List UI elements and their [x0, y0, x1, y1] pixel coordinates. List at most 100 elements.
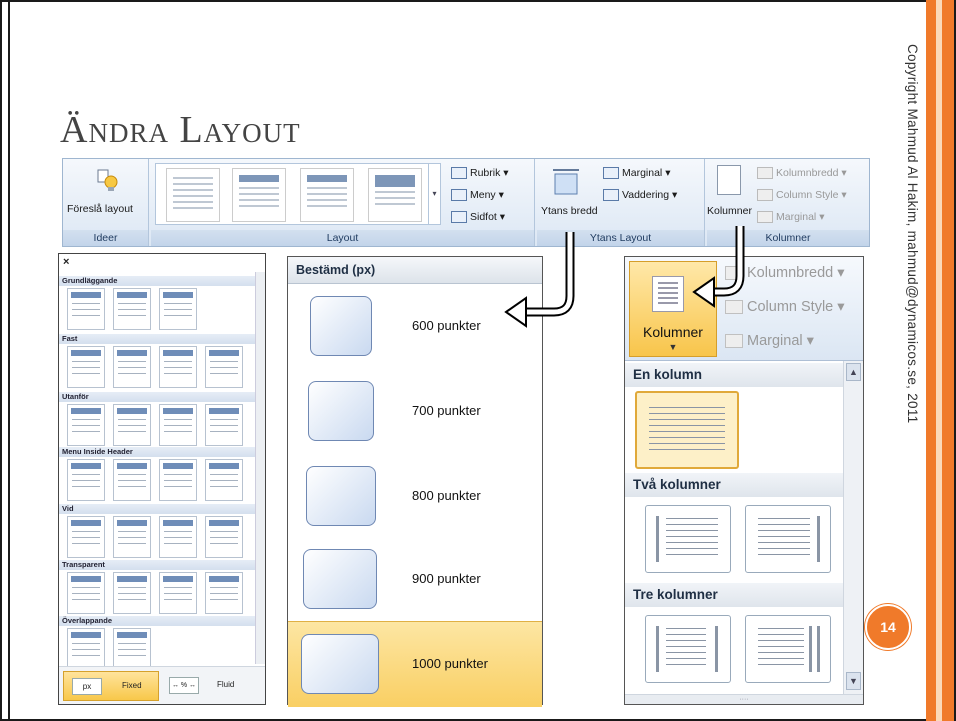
palette-layout-item[interactable] [159, 459, 197, 501]
ytans-bredd-button[interactable]: Ytans bredd [541, 205, 598, 217]
page-width-icon [310, 296, 372, 356]
palette-layout-item[interactable] [67, 404, 105, 446]
kolumn-marginal-ribbon-button[interactable]: Marginal ▾ [757, 211, 824, 224]
ribbon-group-layout: ▾ Rubrik ▾ Meny ▾ Sidfot ▾ Layout [151, 159, 535, 246]
resize-grip[interactable]: ···· [625, 694, 863, 704]
fixed-width-button[interactable]: px Fixed [63, 671, 159, 701]
width-option-600[interactable]: 600 punkter [288, 284, 542, 370]
ribbon-group-label: Kolumner [707, 230, 869, 246]
palette-layout-item[interactable] [159, 404, 197, 446]
kolumner-ribbon-button[interactable]: Kolumner [707, 205, 752, 217]
palette-category: Överlappande [59, 616, 255, 626]
two-column-option[interactable] [745, 505, 831, 573]
palette-layout-item[interactable] [113, 288, 151, 330]
palette-category: Fast [59, 334, 255, 344]
palette-layout-item[interactable] [205, 346, 243, 388]
palette-category: Grundläggande [59, 276, 255, 286]
three-column-option[interactable] [645, 615, 731, 683]
one-column-option[interactable] [635, 391, 739, 469]
palette-layout-item[interactable] [205, 459, 243, 501]
copyright-text: Copyright Mahmud Al Hakim, mahmud@dynami… [905, 44, 920, 424]
column-style-label: Column Style [776, 189, 839, 201]
page-width-icon [308, 381, 374, 441]
rubrik-button[interactable]: Rubrik ▾ [451, 167, 509, 180]
kolumnbredd-button[interactable]: Kolumnbredd ▾ [725, 265, 845, 281]
margin-icon [725, 334, 743, 349]
page-number-badge: 14 [865, 604, 911, 650]
palette-layout-item[interactable] [113, 628, 151, 670]
palette-layout-item[interactable] [159, 288, 197, 330]
palette-layout-item[interactable] [67, 572, 105, 614]
palette-footer: px Fixed ↔ % ↔ Fluid [59, 666, 265, 704]
kolumn-marginal-label: Marginal [776, 211, 817, 223]
page-width-icon [303, 549, 377, 609]
slide-title: Ändra Layout [60, 109, 301, 151]
margin-icon [603, 167, 619, 180]
kolumnbredd-ribbon-button[interactable]: Kolumnbredd ▾ [757, 167, 847, 180]
fluid-label: Fluid [217, 680, 235, 689]
palette-category: Menu Inside Header [59, 447, 255, 457]
vaddering-button[interactable]: Vaddering ▾ [603, 189, 677, 202]
palette-layout-item[interactable] [159, 346, 197, 388]
palette-layout-item[interactable] [67, 516, 105, 558]
layout-thumb[interactable] [368, 168, 422, 222]
columns-icon [652, 276, 684, 312]
palette-layout-item[interactable] [205, 404, 243, 446]
sidfot-label: Sidfot [470, 211, 497, 223]
palette-scrollbar[interactable] [255, 272, 265, 664]
header-icon [451, 167, 467, 180]
columns-scrollbar[interactable]: ▲ ▼ [843, 361, 863, 694]
column-style-icon [725, 300, 743, 315]
marginal-button[interactable]: Marginal ▾ [725, 333, 814, 349]
palette-layout-item[interactable] [67, 628, 105, 670]
two-column-option[interactable] [645, 505, 731, 573]
palette-layout-item[interactable] [67, 459, 105, 501]
menu-icon [451, 189, 467, 202]
layout-thumb[interactable] [300, 168, 354, 222]
palette-layout-item[interactable] [113, 516, 151, 558]
margin-icon [757, 211, 773, 224]
column-style-button[interactable]: Column Style ▾ [725, 299, 845, 315]
palette-category: Vid [59, 504, 255, 514]
columns-ribbon-zoom: Kolumner ▼ Kolumnbredd ▾ Column Style ▾ … [625, 257, 863, 361]
layout-thumb[interactable] [166, 168, 220, 222]
palette-layout-item[interactable] [67, 288, 105, 330]
palette-layout-item[interactable] [159, 572, 197, 614]
palette-layout-item[interactable] [205, 572, 243, 614]
marginal-button[interactable]: Marginal ▾ [603, 167, 670, 180]
palette-layout-item[interactable] [205, 516, 243, 558]
palette-layout-item[interactable] [113, 459, 151, 501]
palette-layout-item[interactable] [113, 572, 151, 614]
scroll-up-icon[interactable]: ▲ [846, 363, 861, 381]
marginal-label: Marginal [622, 167, 663, 179]
palette-layout-item[interactable] [113, 346, 151, 388]
px-chip: px [72, 678, 102, 695]
width-option-800[interactable]: 800 punkter [288, 454, 542, 540]
column-width-icon [757, 167, 773, 180]
sidfot-button[interactable]: Sidfot ▾ [451, 211, 505, 224]
width-option-900[interactable]: 900 punkter [288, 537, 542, 623]
scroll-down-icon[interactable]: ▼ [846, 672, 861, 690]
columns-dropdown: Kolumner ▼ Kolumnbredd ▾ Column Style ▾ … [624, 256, 864, 705]
suggest-layout-button[interactable]: Föreslå layout [67, 203, 133, 215]
page-width-icon [306, 466, 376, 526]
column-style-ribbon-button[interactable]: Column Style ▾ [757, 189, 847, 202]
fixed-label: Fixed [122, 681, 142, 690]
page-width-icon [301, 634, 379, 694]
kolumner-button[interactable]: Kolumner ▼ [629, 261, 717, 357]
ribbon: Föreslå layout Ideer ▾ Rubrik ▾ Meny ▾ S… [62, 158, 870, 247]
close-icon[interactable]: × [63, 256, 69, 268]
layout-thumb[interactable] [232, 168, 286, 222]
meny-label: Meny [470, 189, 496, 201]
palette-layout-item[interactable] [159, 516, 197, 558]
meny-button[interactable]: Meny ▾ [451, 189, 504, 202]
width-option-700[interactable]: 700 punkter [288, 369, 542, 455]
palette-layout-item[interactable] [113, 404, 151, 446]
fluid-width-button[interactable]: ↔ % ↔ Fluid [169, 671, 259, 701]
three-column-option[interactable] [745, 615, 831, 683]
width-option-1000[interactable]: 1000 punkter [288, 621, 542, 707]
gallery-more-button[interactable]: ▾ [428, 164, 440, 224]
kolumnbredd-label: Kolumnbredd [747, 265, 834, 281]
ribbon-group-label: Layout [151, 230, 534, 246]
palette-layout-item[interactable] [67, 346, 105, 388]
